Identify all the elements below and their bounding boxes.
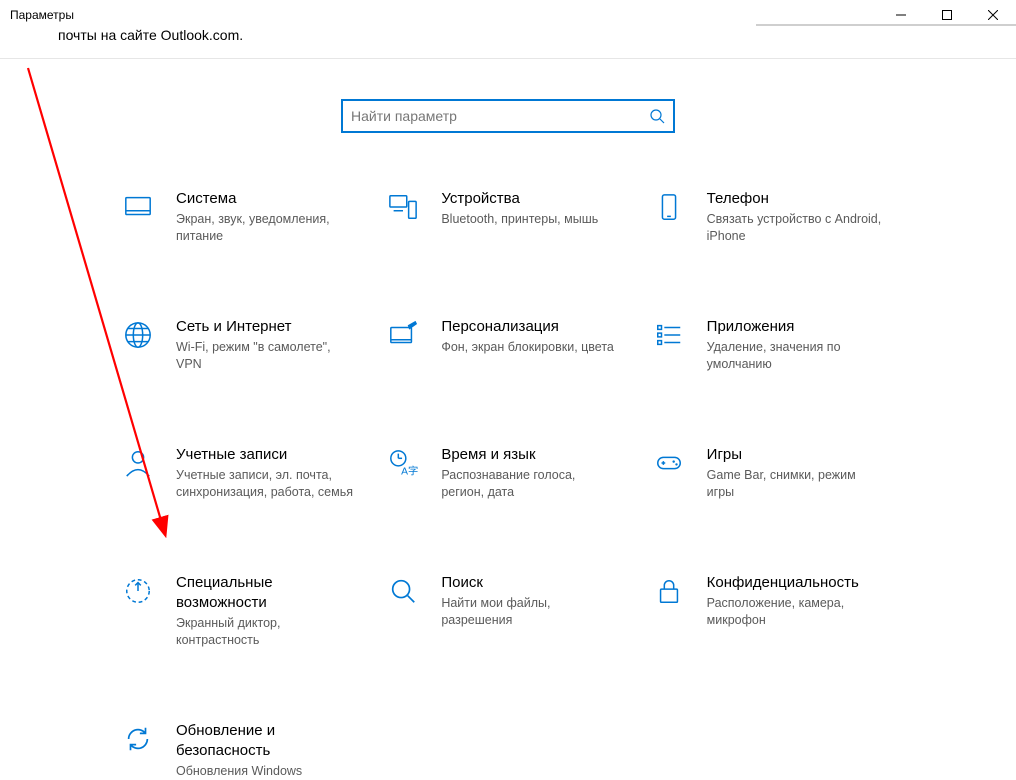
tile-devices[interactable]: Устройства Bluetooth, принтеры, мышь bbox=[385, 189, 630, 245]
tile-title: Игры bbox=[707, 445, 886, 465]
tile-title: Устройства bbox=[441, 189, 620, 209]
system-icon bbox=[120, 189, 156, 225]
tile-desc: Связать устройство с Android, iPhone bbox=[707, 211, 886, 245]
time-language-icon: A字 bbox=[385, 445, 421, 481]
tile-title: Учетные записи bbox=[176, 445, 355, 465]
tile-update-security[interactable]: Обновление и безопасность Обновления Win… bbox=[120, 721, 365, 780]
tile-title: Приложения bbox=[707, 317, 886, 337]
tile-desc: Удаление, значения по умолчанию bbox=[707, 339, 886, 373]
update-icon bbox=[120, 721, 156, 757]
tile-title: Поиск bbox=[441, 573, 620, 593]
tile-title: Специальные возможности bbox=[176, 573, 355, 613]
tile-desc: Bluetooth, принтеры, мышь bbox=[441, 211, 620, 228]
person-icon bbox=[120, 445, 156, 481]
tile-desc: Wi-Fi, режим "в самолете", VPN bbox=[176, 339, 355, 373]
search-input[interactable] bbox=[351, 108, 665, 124]
tile-desc: Game Bar, снимки, режим игры bbox=[707, 467, 886, 501]
search-icon bbox=[649, 108, 665, 124]
svg-text:A字: A字 bbox=[401, 464, 418, 477]
tile-apps[interactable]: Приложения Удаление, значения по умолчан… bbox=[651, 317, 896, 373]
tile-desc: Обновления Windows bbox=[176, 763, 355, 780]
tile-accounts[interactable]: Учетные записи Учетные записи, эл. почта… bbox=[120, 445, 365, 501]
ease-icon bbox=[120, 573, 156, 609]
apps-icon bbox=[651, 317, 687, 353]
globe-icon bbox=[120, 317, 156, 353]
tile-title: Время и язык bbox=[441, 445, 620, 465]
gamepad-icon bbox=[651, 445, 687, 481]
tile-desc: Найти мои файлы, разрешения bbox=[441, 595, 620, 629]
tile-desc: Распознавание голоса, регион, дата bbox=[441, 467, 620, 501]
paint-icon bbox=[385, 317, 421, 353]
devices-icon bbox=[385, 189, 421, 225]
tile-desc: Фон, экран блокировки, цвета bbox=[441, 339, 620, 356]
tile-title: Сеть и Интернет bbox=[176, 317, 355, 337]
magnifier-icon bbox=[385, 573, 421, 609]
header-divider bbox=[0, 58, 1016, 59]
lock-icon bbox=[651, 573, 687, 609]
phone-icon bbox=[651, 189, 687, 225]
scroll-hint bbox=[756, 24, 1016, 26]
search-container bbox=[0, 99, 1016, 133]
tile-privacy[interactable]: Конфиденциальность Расположение, камера,… bbox=[651, 573, 896, 649]
tile-time-language[interactable]: A字 Время и язык Распознавание голоса, ре… bbox=[385, 445, 630, 501]
tile-gaming[interactable]: Игры Game Bar, снимки, режим игры bbox=[651, 445, 896, 501]
tile-system[interactable]: Система Экран, звук, уведомления, питани… bbox=[120, 189, 365, 245]
tile-title: Система bbox=[176, 189, 355, 209]
tile-desc: Экранный диктор, контрастность bbox=[176, 615, 355, 649]
tile-personalization[interactable]: Персонализация Фон, экран блокировки, цв… bbox=[385, 317, 630, 373]
tile-search[interactable]: Поиск Найти мои файлы, разрешения bbox=[385, 573, 630, 649]
settings-grid: Система Экран, звук, уведомления, питани… bbox=[0, 189, 1016, 780]
tile-title: Персонализация bbox=[441, 317, 620, 337]
tile-phone[interactable]: Телефон Связать устройство с Android, iP… bbox=[651, 189, 896, 245]
tile-title: Обновление и безопасность bbox=[176, 721, 355, 761]
search-box[interactable] bbox=[341, 99, 675, 133]
tile-desc: Экран, звук, уведомления, питание bbox=[176, 211, 355, 245]
window-title: Параметры bbox=[10, 8, 74, 22]
tile-title: Конфиденциальность bbox=[707, 573, 886, 593]
tile-network[interactable]: Сеть и Интернет Wi-Fi, режим "в самолете… bbox=[120, 317, 365, 373]
tile-ease-of-access[interactable]: Специальные возможности Экранный диктор,… bbox=[120, 573, 365, 649]
tile-desc: Расположение, камера, микрофон bbox=[707, 595, 886, 629]
tile-title: Телефон bbox=[707, 189, 886, 209]
tile-desc: Учетные записи, эл. почта, синхронизация… bbox=[176, 467, 355, 501]
